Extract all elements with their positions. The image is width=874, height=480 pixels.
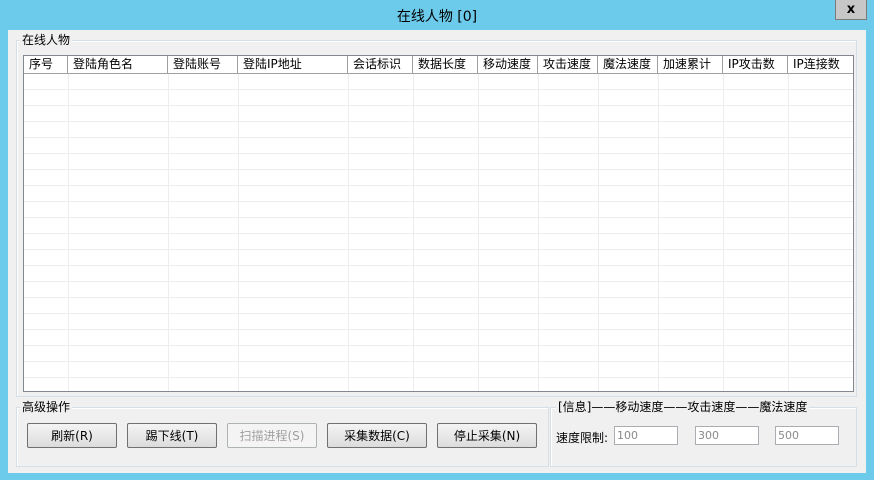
close-button[interactable]: x <box>835 0 867 20</box>
window-client: 在线人物 序号 登陆角色名 登陆账号 登陆IP地址 会话标识 数据长度 移动速度… <box>8 30 866 473</box>
advanced-group-title: 高级操作 <box>20 400 73 414</box>
grid-line <box>723 74 724 391</box>
grid-line <box>658 74 659 391</box>
attack-speed-field[interactable]: 300 <box>695 426 759 445</box>
column-header[interactable]: 移动速度 <box>478 56 538 74</box>
grid-line <box>168 74 169 391</box>
grid-line <box>478 74 479 391</box>
online-list-body[interactable] <box>24 74 853 391</box>
stop-collect-button[interactable]: 停止采集(N) <box>437 423 537 448</box>
info-group-title: [信息]——移动速度——攻击速度——魔法速度 <box>556 400 810 414</box>
column-header[interactable]: 序号 <box>24 56 68 74</box>
speed-limit-label: 速度限制: <box>556 431 609 445</box>
close-icon: x <box>846 2 856 17</box>
column-header[interactable]: 攻击速度 <box>538 56 598 74</box>
column-header[interactable]: 登陆角色名 <box>68 56 168 74</box>
window-title: 在线人物 [0] <box>396 9 478 25</box>
collect-data-button[interactable]: 采集数据(C) <box>327 423 427 448</box>
online-group-title: 在线人物 <box>20 33 73 47</box>
column-header[interactable]: IP连接数 <box>788 56 852 74</box>
online-list-header: 序号 登陆角色名 登陆账号 登陆IP地址 会话标识 数据长度 移动速度 攻击速度… <box>24 56 853 74</box>
online-list[interactable]: 序号 登陆角色名 登陆账号 登陆IP地址 会话标识 数据长度 移动速度 攻击速度… <box>23 55 854 392</box>
column-header[interactable]: 加速累计 <box>658 56 723 74</box>
column-header[interactable]: 登陆IP地址 <box>238 56 348 74</box>
scan-process-button[interactable]: 扫描进程(S) <box>227 423 317 448</box>
grid-line <box>788 74 789 391</box>
grid-line <box>238 74 239 391</box>
grid-line <box>538 74 539 391</box>
column-header[interactable]: 数据长度 <box>413 56 478 74</box>
grid-line <box>348 74 349 391</box>
refresh-button[interactable]: 刷新(R) <box>27 423 117 448</box>
kick-button[interactable]: 踢下线(T) <box>127 423 217 448</box>
title-bar[interactable]: 在线人物 [0] x <box>0 0 874 30</box>
grid-line <box>598 74 599 391</box>
column-header[interactable]: 魔法速度 <box>598 56 658 74</box>
column-header[interactable]: 登陆账号 <box>168 56 238 74</box>
grid-line <box>68 74 69 391</box>
magic-speed-field[interactable]: 500 <box>775 426 839 445</box>
grid-line <box>413 74 414 391</box>
column-header[interactable]: IP攻击数 <box>723 56 788 74</box>
move-speed-field[interactable]: 100 <box>614 426 678 445</box>
column-header[interactable]: 会话标识 <box>348 56 413 74</box>
